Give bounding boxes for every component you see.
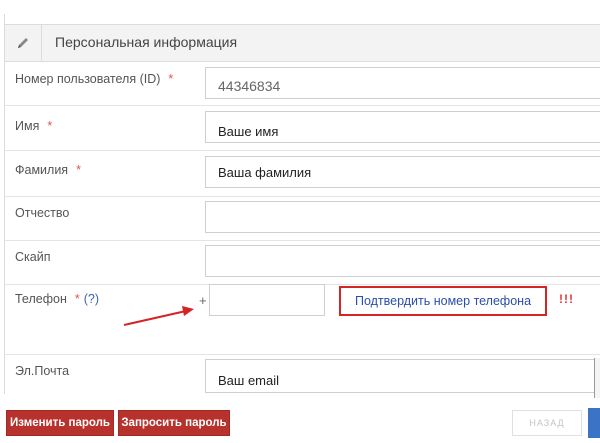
request-password-button[interactable]: Запросить пароль (118, 410, 230, 436)
confirm-phone-button[interactable]: Подтвердить номер телефона (339, 286, 547, 316)
first-name-row: Имя * Ваше имя (5, 105, 600, 151)
save-button-edge[interactable] (588, 408, 600, 438)
user-id-row: Номер пользователя (ID) * 44346834 (5, 61, 600, 106)
last-name-label: Фамилия (15, 163, 69, 177)
back-button[interactable]: НАЗАД (512, 410, 582, 436)
phone-row: Телефон * (?) + Подтвердить номер телефона… (5, 284, 600, 355)
required-marker: * (168, 72, 174, 86)
phone-help-link[interactable]: (?) (84, 292, 99, 306)
required-marker: * (76, 163, 81, 177)
personal-info-panel: Персональная информация Номер пользовате… (4, 14, 600, 394)
panel-title: Персональная информация (55, 34, 238, 50)
email-label: Эл.Почта (15, 364, 70, 378)
last-name-row: Фамилия * Ваша фамилия (5, 150, 600, 197)
skype-input[interactable] (205, 245, 600, 277)
skype-label: Скайп (15, 250, 51, 264)
user-id-label: Номер пользователя (ID) (15, 72, 161, 86)
edit-icon[interactable] (5, 25, 42, 61)
phone-input[interactable] (209, 284, 325, 316)
alert-marker: !!! (559, 292, 574, 306)
skype-row: Скайп (5, 240, 600, 285)
phone-label: Телефон (15, 292, 67, 306)
required-marker: * (47, 119, 53, 133)
red-arrow-annotation (123, 306, 194, 326)
middle-name-label: Отчество (15, 206, 70, 220)
email-row: Эл.Почта Ваш email (5, 354, 600, 394)
phone-prefix: + (199, 293, 207, 308)
top-clipped-text (0, 0, 600, 14)
scrollbar[interactable] (594, 358, 600, 398)
middle-name-row: Отчество (5, 196, 600, 241)
last-name-input[interactable]: Ваша фамилия (205, 156, 600, 188)
first-name-label: Имя (15, 119, 40, 133)
panel-header: Персональная информация (5, 24, 600, 62)
first-name-input[interactable]: Ваше имя (205, 111, 600, 143)
email-input[interactable]: Ваш email (205, 359, 600, 393)
user-id-field: 44346834 (205, 67, 600, 99)
change-password-button[interactable]: Изменить пароль (6, 410, 114, 436)
required-marker: * (74, 292, 80, 306)
middle-name-input[interactable] (205, 201, 600, 233)
